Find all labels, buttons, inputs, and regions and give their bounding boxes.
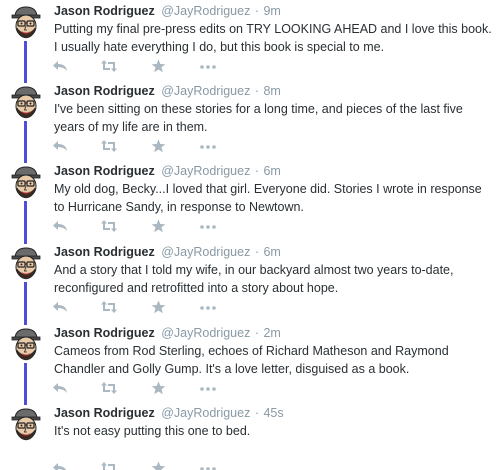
timestamp[interactable]: 2m bbox=[263, 326, 280, 340]
star-icon[interactable] bbox=[151, 59, 167, 73]
tweet-thread: Jason Rodriguez @JayRodriguez · 9m Putti… bbox=[0, 0, 500, 470]
avatar[interactable] bbox=[7, 244, 45, 282]
avatar[interactable] bbox=[7, 83, 45, 121]
tweet: Jason Rodriguez @JayRodriguez · 9m Putti… bbox=[0, 0, 500, 80]
tweet-text: Cameos from Rod Sterling, echoes of Rich… bbox=[54, 344, 449, 376]
tweet: Jason Rodriguez @JayRodriguez · 8m I've … bbox=[0, 80, 500, 160]
more-icon[interactable] bbox=[198, 139, 218, 153]
reply-icon[interactable] bbox=[52, 219, 68, 233]
retweet-icon[interactable] bbox=[100, 461, 116, 470]
more-icon[interactable] bbox=[198, 300, 218, 314]
tweet-text: It's not easy putting this one to bed. bbox=[54, 424, 251, 438]
separator-dot: · bbox=[254, 245, 259, 259]
author-handle[interactable]: @JayRodriguez bbox=[161, 245, 250, 259]
retweet-icon[interactable] bbox=[100, 381, 117, 395]
avatar[interactable] bbox=[7, 325, 45, 363]
tweet: Jason Rodriguez @JayRodriguez · 2m Cameo… bbox=[0, 322, 500, 402]
avatar[interactable] bbox=[7, 405, 45, 443]
star-icon[interactable] bbox=[151, 139, 167, 153]
timestamp[interactable]: 9m bbox=[263, 4, 280, 18]
reply-icon[interactable] bbox=[52, 381, 68, 395]
author-name[interactable]: Jason Rodriguez bbox=[54, 4, 155, 18]
avatar[interactable] bbox=[7, 163, 45, 201]
retweet-icon[interactable] bbox=[100, 139, 117, 153]
separator-dot: · bbox=[254, 4, 259, 18]
author-name[interactable]: Jason Rodriguez bbox=[54, 406, 155, 420]
tweet: Jason Rodriguez @JayRodriguez · 6m And a… bbox=[0, 241, 500, 321]
author-name[interactable]: Jason Rodriguez bbox=[54, 84, 155, 98]
author-name[interactable]: Jason Rodriguez bbox=[54, 164, 155, 178]
separator-dot: · bbox=[254, 326, 259, 340]
tweet-text: I've been sitting on these stories for a… bbox=[54, 102, 463, 134]
tweet: Jason Rodriguez @JayRodriguez · 6m My ol… bbox=[0, 160, 500, 240]
thread-connector-line bbox=[24, 282, 27, 325]
retweet-icon[interactable] bbox=[100, 219, 117, 233]
timestamp[interactable]: 6m bbox=[263, 245, 280, 259]
tweet-header: Jason Rodriguez @JayRodriguez · 2m bbox=[54, 326, 281, 340]
reply-icon[interactable] bbox=[52, 461, 68, 470]
author-handle[interactable]: @JayRodriguez bbox=[161, 164, 250, 178]
more-icon[interactable] bbox=[198, 381, 218, 395]
author-name[interactable]: Jason Rodriguez bbox=[54, 245, 155, 259]
timestamp[interactable]: 8m bbox=[263, 84, 280, 98]
tweet-header: Jason Rodriguez @JayRodriguez · 6m bbox=[54, 245, 281, 259]
author-handle[interactable]: @JayRodriguez bbox=[161, 406, 250, 420]
separator-dot: · bbox=[254, 84, 259, 98]
tweet-text: And a story that I told my wife, in our … bbox=[54, 263, 454, 295]
tweet-header: Jason Rodriguez @JayRodriguez · 9m bbox=[54, 4, 281, 18]
tweet-header: Jason Rodriguez @JayRodriguez · 6m bbox=[54, 164, 281, 178]
retweet-icon[interactable] bbox=[100, 59, 117, 73]
timestamp[interactable]: 6m bbox=[263, 164, 280, 178]
reply-icon[interactable] bbox=[52, 139, 68, 153]
more-icon[interactable] bbox=[198, 59, 218, 73]
thread-connector-line bbox=[24, 41, 27, 83]
star-icon[interactable] bbox=[151, 219, 167, 233]
reply-icon[interactable] bbox=[52, 300, 68, 314]
author-handle[interactable]: @JayRodriguez bbox=[161, 4, 250, 18]
star-icon[interactable] bbox=[151, 461, 167, 470]
reply-icon[interactable] bbox=[52, 59, 68, 73]
retweet-icon[interactable] bbox=[100, 300, 117, 314]
tweet-text: Putting my final pre-press edits on TRY … bbox=[54, 22, 492, 54]
author-name[interactable]: Jason Rodriguez bbox=[54, 326, 155, 340]
star-icon[interactable] bbox=[151, 300, 167, 314]
timestamp[interactable]: 45s bbox=[263, 406, 283, 420]
avatar[interactable] bbox=[7, 3, 45, 41]
author-handle[interactable]: @JayRodriguez bbox=[161, 84, 250, 98]
more-icon[interactable] bbox=[198, 461, 218, 470]
separator-dot: · bbox=[254, 406, 259, 420]
thread-connector-line bbox=[24, 363, 27, 405]
star-icon[interactable] bbox=[151, 381, 167, 395]
tweet-header: Jason Rodriguez @JayRodriguez · 8m bbox=[54, 84, 281, 98]
author-handle[interactable]: @JayRodriguez bbox=[161, 326, 250, 340]
tweet-header: Jason Rodriguez @JayRodriguez · 45s bbox=[54, 406, 284, 420]
more-icon[interactable] bbox=[198, 219, 218, 233]
thread-connector-line bbox=[24, 121, 27, 163]
separator-dot: · bbox=[254, 164, 259, 178]
thread-connector-line bbox=[24, 201, 27, 244]
tweet: Jason Rodriguez @JayRodriguez · 45s It's… bbox=[0, 402, 500, 470]
tweet-text: My old dog, Becky...I loved that girl. E… bbox=[54, 182, 482, 214]
